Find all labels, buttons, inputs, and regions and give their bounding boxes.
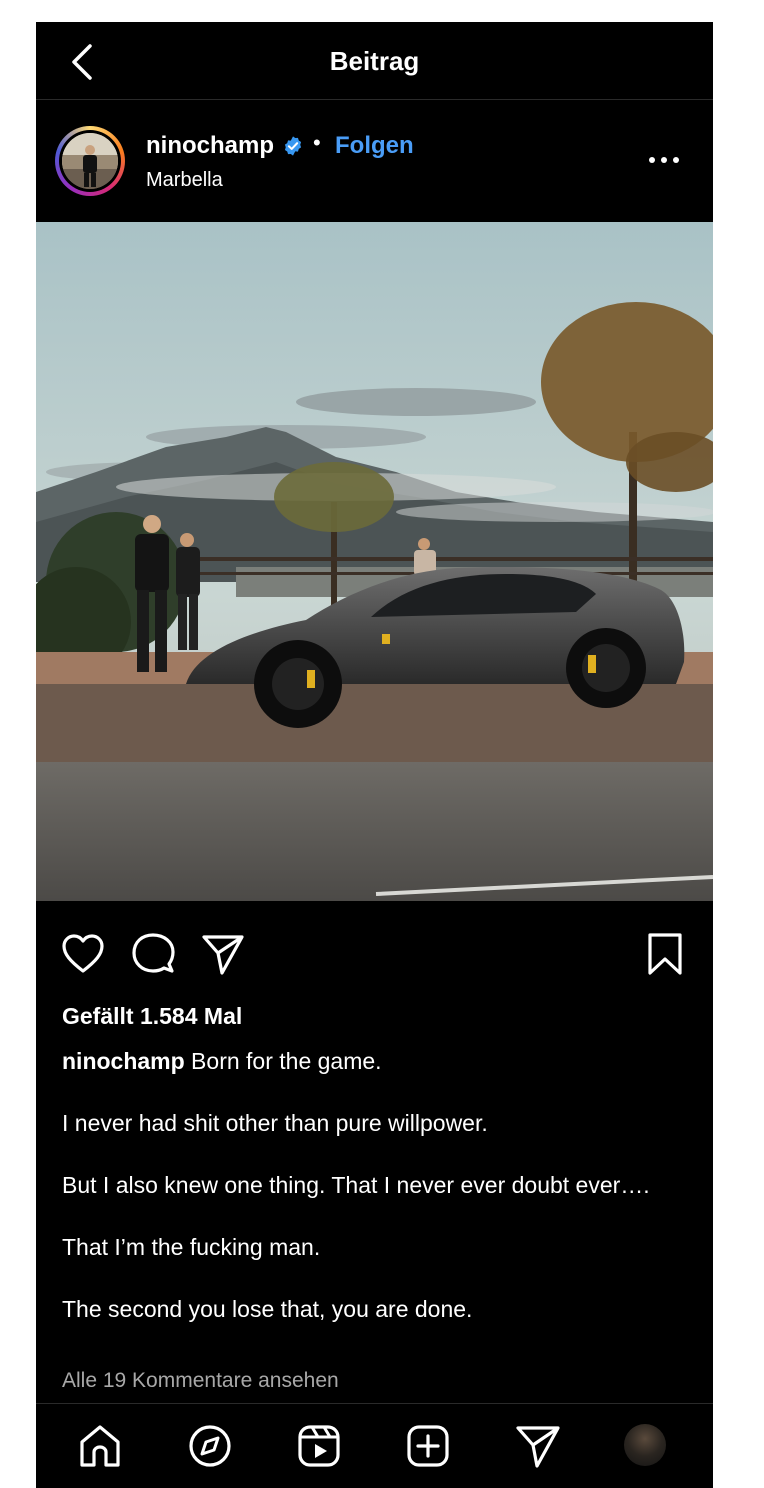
home-icon[interactable] — [76, 1422, 124, 1470]
direct-messages-icon[interactable] — [514, 1422, 562, 1470]
heart-icon[interactable] — [60, 931, 106, 977]
instagram-post-screen: Beitrag ninochamp • Folgen Marbella Gefä… — [36, 22, 713, 1488]
profile-avatar[interactable] — [624, 1424, 666, 1466]
avatar-photo — [62, 133, 118, 189]
bottom-nav — [36, 1403, 713, 1488]
likes-count[interactable]: Gefällt 1.584 Mal — [62, 1003, 242, 1030]
post-image[interactable] — [36, 222, 713, 901]
explore-compass-icon[interactable] — [186, 1422, 234, 1470]
caption-username[interactable]: ninochamp — [62, 1048, 185, 1074]
more-options-icon[interactable] — [646, 152, 682, 168]
page-title: Beitrag — [329, 46, 420, 76]
post-username[interactable]: ninochamp — [146, 132, 274, 160]
post-actions — [36, 927, 713, 987]
reels-icon[interactable] — [295, 1422, 343, 1470]
verified-badge-icon — [284, 136, 302, 156]
paper-plane-icon[interactable] — [200, 931, 246, 977]
avatar[interactable] — [55, 126, 125, 196]
top-bar: Beitrag — [36, 22, 713, 100]
follow-button[interactable]: Folgen — [335, 132, 414, 160]
view-comments-link[interactable]: Alle 19 Kommentare ansehen — [62, 1369, 339, 1393]
comment-icon[interactable] — [130, 931, 176, 977]
post-header: ninochamp • Folgen Marbella — [36, 100, 713, 222]
post-location[interactable]: Marbella — [146, 169, 223, 192]
separator-dot: • — [313, 130, 321, 155]
create-plus-icon[interactable] — [404, 1422, 452, 1470]
post-caption: ninochamp Born for the game. I never had… — [62, 1046, 682, 1325]
bookmark-icon[interactable] — [642, 931, 688, 977]
caption-text: Born for the game. I never had shit othe… — [62, 1048, 650, 1322]
